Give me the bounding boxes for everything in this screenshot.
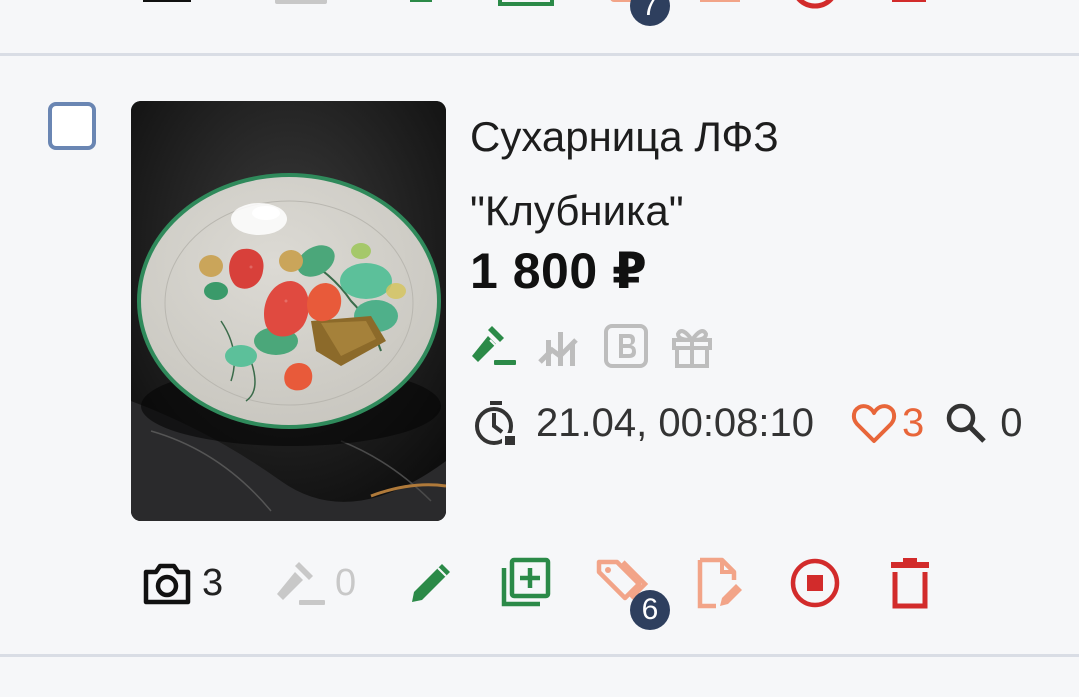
item-badges (470, 322, 716, 370)
b-square-icon (602, 322, 650, 370)
price-chart-icon (536, 322, 584, 370)
duplicate-icon (501, 557, 551, 607)
previous-item-actions: 7 (0, 0, 1079, 54)
edit-icon (410, 0, 432, 2)
item-title-line1: Сухарница ЛФЗ (470, 113, 779, 160)
photos-button[interactable]: 3 (140, 555, 223, 611)
views: 0 (942, 399, 1023, 447)
search-icon (942, 399, 990, 447)
camera-icon (143, 563, 191, 605)
item-meta-row: 21.04, 00:08:10 3 0 (472, 395, 1023, 451)
camera-icon (143, 0, 191, 2)
edit-icon (412, 564, 450, 602)
likes[interactable]: 3 (850, 399, 924, 447)
edit-doc-icon (700, 0, 740, 2)
bids-button[interactable]: 0 (273, 555, 356, 611)
stop-auction-button[interactable] (788, 555, 842, 611)
duplicate-icon (498, 0, 554, 6)
views-count: 0 (1000, 400, 1023, 445)
select-item-checkbox[interactable] (48, 102, 96, 150)
item-title[interactable]: Сухарница ЛФЗ "Клубника" (470, 100, 850, 248)
gavel-icon (277, 562, 325, 605)
edit-description-button[interactable] (692, 555, 746, 611)
stop-icon (796, 0, 834, 9)
likes-count: 3 (902, 400, 925, 445)
auction-active-icon (470, 322, 518, 370)
photos-count: 3 (202, 561, 224, 604)
gavel-icon (275, 0, 327, 4)
bids-count: 0 (335, 561, 357, 604)
trash-icon (892, 0, 926, 2)
item-photo[interactable] (131, 101, 446, 521)
item-divider (0, 53, 1079, 56)
heart-icon (850, 399, 898, 447)
auction-end-time: 21.04, 00:08:10 (536, 400, 815, 445)
edit-button[interactable] (404, 555, 458, 611)
item-price: 1 800 ₽ (470, 243, 648, 299)
tags-count-badge: 6 (630, 590, 670, 630)
edit-doc-icon (697, 557, 742, 609)
trash-icon (891, 558, 929, 609)
gift-icon (668, 322, 716, 370)
stop-icon (790, 558, 840, 608)
item-title-line2: "Клубника" (470, 187, 684, 234)
item-divider-bottom (0, 654, 1079, 657)
plate-illustration (131, 101, 446, 521)
timer-icon (472, 399, 520, 447)
previous-item-actions-icons (143, 0, 926, 9)
delete-button[interactable] (883, 555, 937, 611)
duplicate-button[interactable] (498, 555, 552, 611)
